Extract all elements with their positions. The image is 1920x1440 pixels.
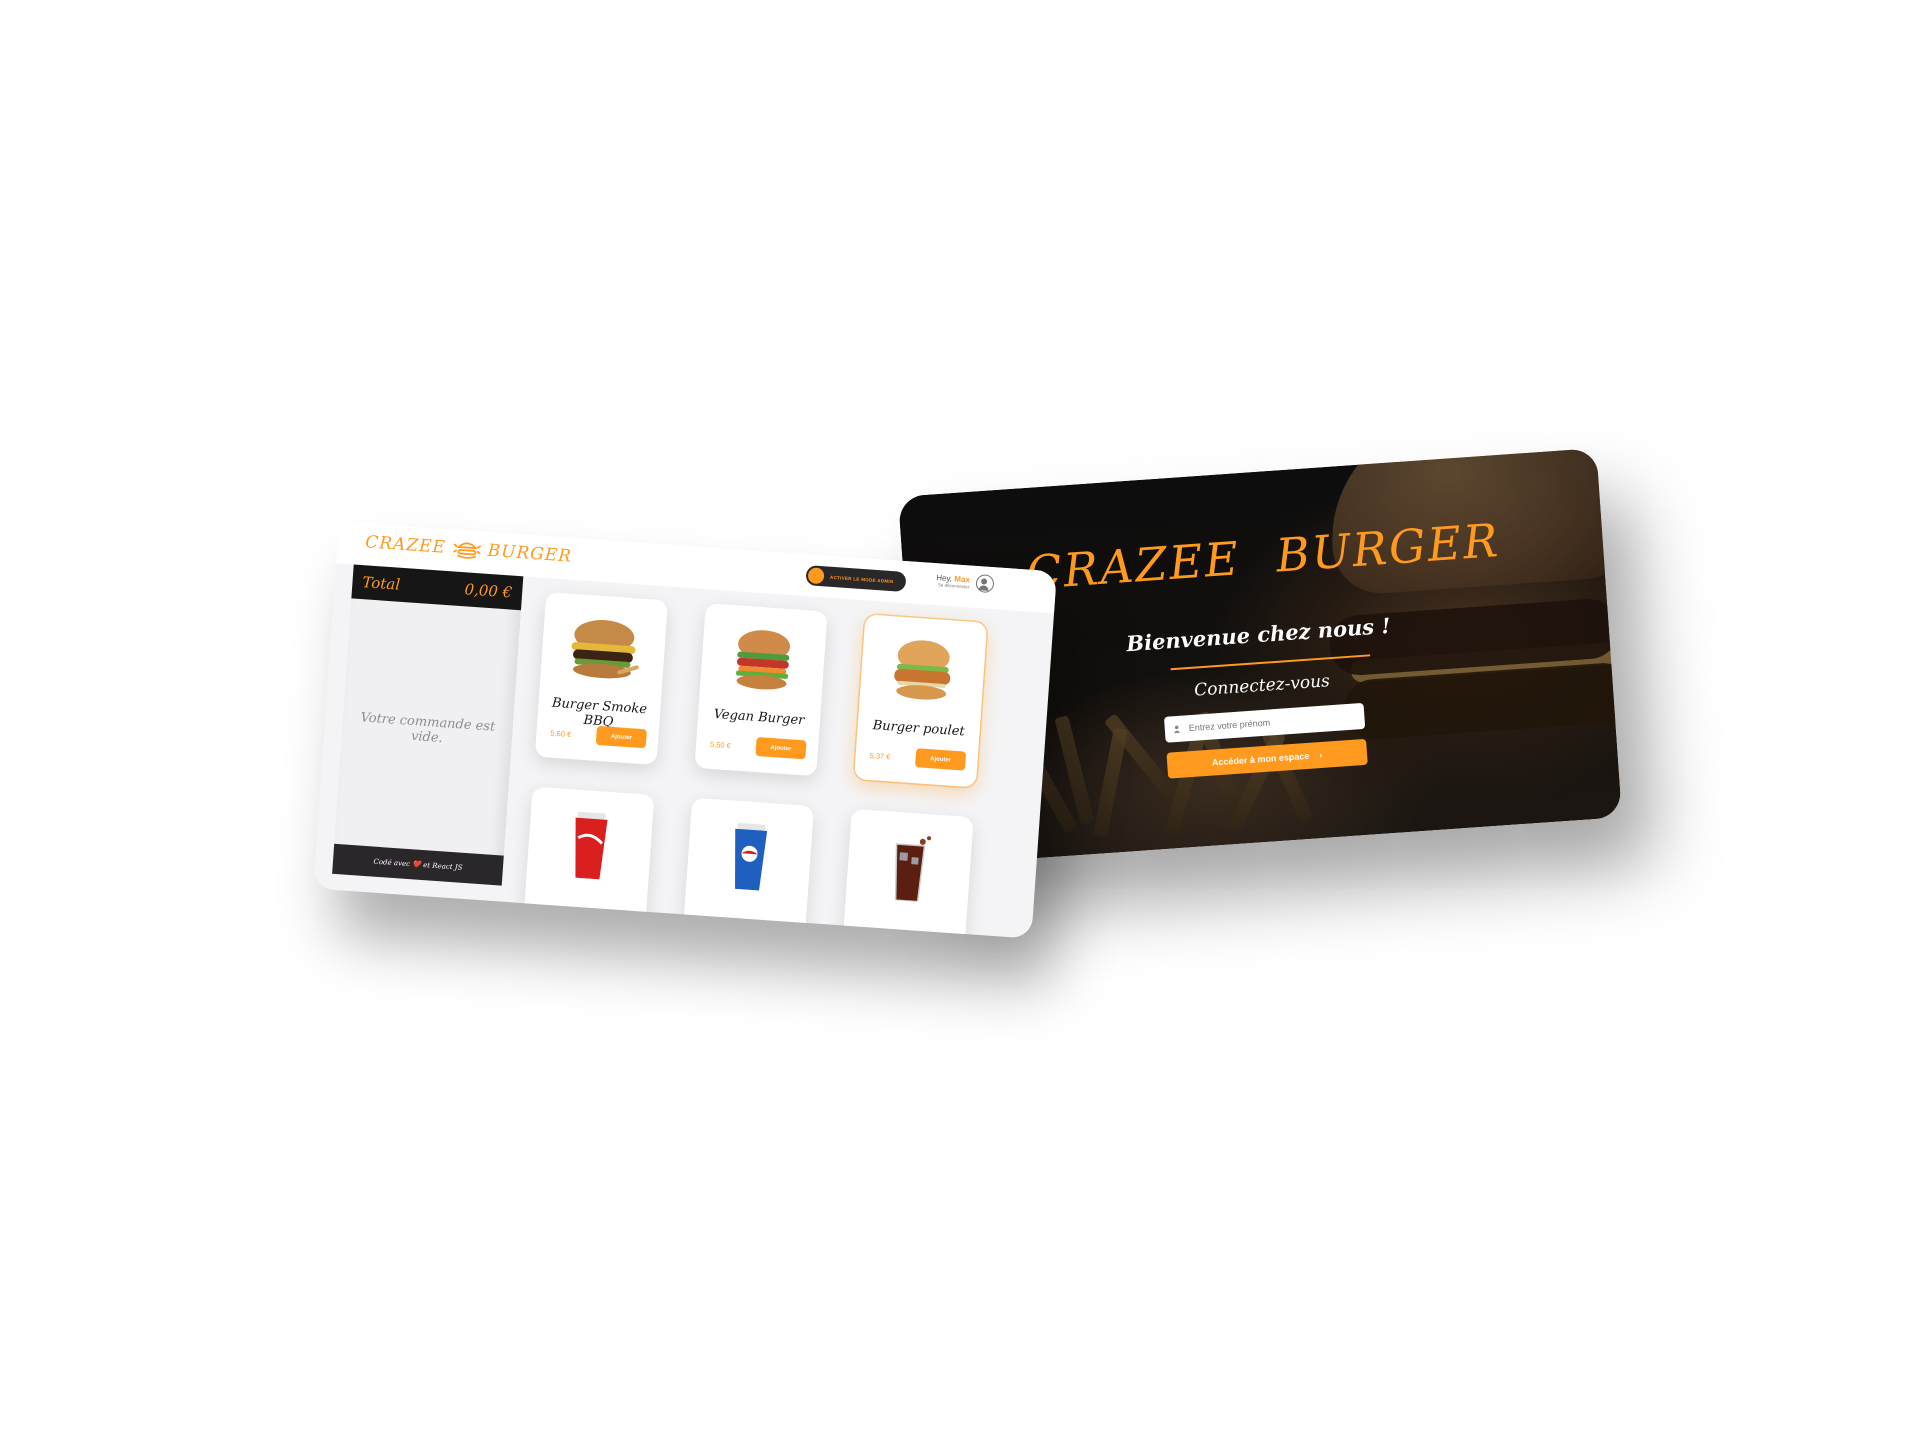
order-screen-mockup: CRAZEE BURGER ACTIVER LE MODE ADMIN Hey,… (313, 521, 1057, 939)
profile: Hey, Max Se déconnecter (935, 571, 995, 594)
basket-panel: Total 0,00 € Votre commande est vide. Co… (332, 564, 524, 886)
total-label: Total (361, 573, 401, 594)
brand-word-right: BURGER (1274, 513, 1502, 583)
pepsi-cup-image (735, 823, 768, 891)
burger-logo-icon (452, 542, 481, 559)
total-value: 0,00 € (463, 580, 513, 602)
add-to-cart-button[interactable]: Ajouter (755, 737, 807, 760)
iced-soda-glass-image (894, 836, 932, 903)
product-price: 5,60 € (550, 728, 572, 740)
user-icon (1173, 725, 1181, 734)
navbar-logo[interactable]: CRAZEE BURGER (365, 531, 573, 567)
empty-basket-message: Votre commande est vide. (360, 710, 496, 747)
chicken-burger-image (894, 640, 951, 700)
product-card[interactable] (680, 797, 814, 939)
login-submit-button[interactable]: Accéder à mon espace › (1166, 738, 1368, 779)
burger-logo-icon (1258, 537, 1261, 570)
brand-logo: CRAZEE BURGER (1025, 508, 1502, 606)
product-card[interactable]: Burger Smoke BBQ 5,60 € Ajouter (534, 591, 668, 766)
product-price: 5,50 € (709, 739, 732, 751)
brand-word-left: CRAZEE (364, 532, 447, 558)
add-to-cart-button[interactable]: Ajouter (595, 725, 647, 749)
product-name: Vegan Burger (713, 706, 805, 729)
brand-word-left: CRAZEE (1024, 531, 1242, 601)
brand-word-right: BURGER (487, 540, 573, 567)
avatar-icon (974, 573, 995, 594)
vegan-burger-image (736, 630, 791, 690)
firstname-input[interactable] (1186, 710, 1351, 735)
login-submit-label: Accéder à mon espace (1211, 750, 1310, 768)
admin-mode-toggle[interactable]: ACTIVER LE MODE ADMIN (805, 565, 907, 593)
product-card[interactable]: Vegan Burger 5,50 € Ajouter (694, 603, 828, 777)
toggle-knob (807, 567, 825, 585)
product-card-selected[interactable]: Burger poulet 5,37 € Ajouter (854, 614, 988, 788)
product-card[interactable] (521, 786, 655, 939)
logout-link[interactable]: Se déconnecter (936, 582, 970, 589)
menu-grid: Burger Smoke BBQ 5,60 € Ajouter Vegan Bu… (521, 591, 1025, 939)
product-name: Burger poulet (872, 718, 966, 740)
product-price: 5,37 € (869, 750, 891, 762)
add-to-cart-button[interactable]: Ajouter (914, 748, 967, 771)
title-divider (1170, 654, 1371, 671)
basket-footer: Codé avec ❤️ et React JS (332, 843, 504, 886)
coca-cola-cup-image (575, 811, 608, 880)
chevron-right-icon: › (1318, 749, 1323, 761)
admin-toggle-label: ACTIVER LE MODE ADMIN (829, 574, 894, 584)
firstname-field[interactable] (1163, 702, 1366, 743)
product-card[interactable] (840, 808, 974, 939)
burger-image (571, 620, 639, 679)
